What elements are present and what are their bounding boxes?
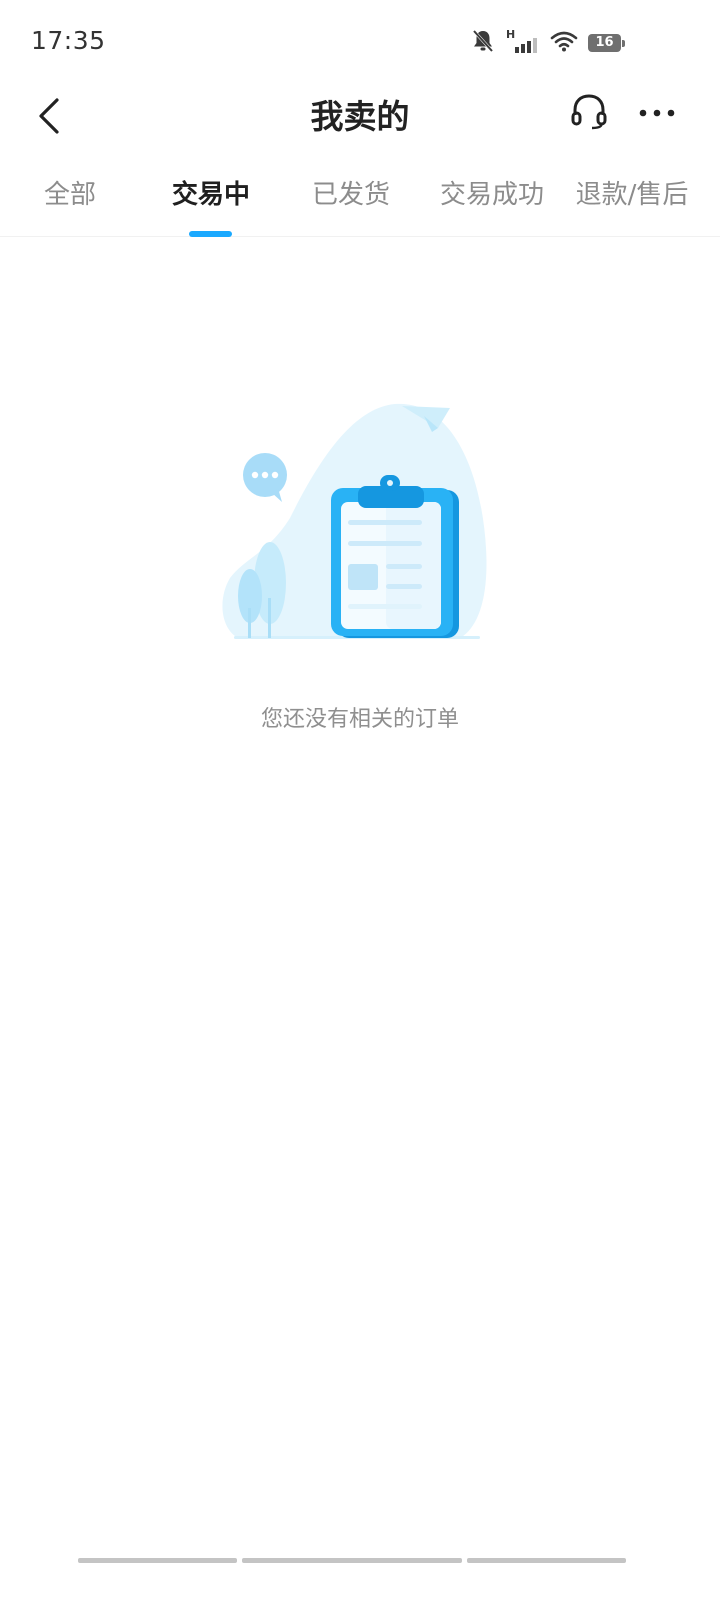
nav-segment: [242, 1558, 462, 1563]
nav-segment: [78, 1558, 237, 1563]
empty-state-message: 您还没有相关的订单: [260, 707, 459, 732]
nav-segment: [467, 1558, 626, 1563]
status-bar: 17:35 H 16: [0, 0, 720, 84]
tab-all[interactable]: 全部: [44, 174, 96, 218]
order-status-tabs: 全部 交易中 已发货 交易成功 退款/售后: [0, 160, 720, 237]
mute-bell-icon: [470, 28, 496, 58]
customer-service-button[interactable]: [566, 90, 612, 136]
more-dots-icon: [637, 104, 677, 123]
more-options-button[interactable]: [634, 90, 680, 136]
headset-icon: [569, 91, 609, 135]
status-time: 17:35: [31, 26, 106, 55]
tab-completed[interactable]: 交易成功: [440, 174, 544, 218]
header: 我卖的: [0, 84, 720, 148]
tab-in-transaction[interactable]: 交易中: [172, 174, 250, 218]
signal-icon: H: [506, 28, 540, 56]
battery-icon: 16: [588, 34, 625, 52]
wifi-icon: [550, 29, 578, 57]
system-navigation-bar[interactable]: [78, 1558, 626, 1564]
tab-shipped[interactable]: 已发货: [312, 174, 390, 218]
status-icons: H 16: [470, 26, 625, 60]
empty-orders-illustration: [210, 398, 500, 653]
active-tab-indicator: [189, 231, 232, 237]
page-title: 我卖的: [310, 97, 410, 136]
tab-refund-after-sales[interactable]: 退款/售后: [576, 174, 689, 218]
